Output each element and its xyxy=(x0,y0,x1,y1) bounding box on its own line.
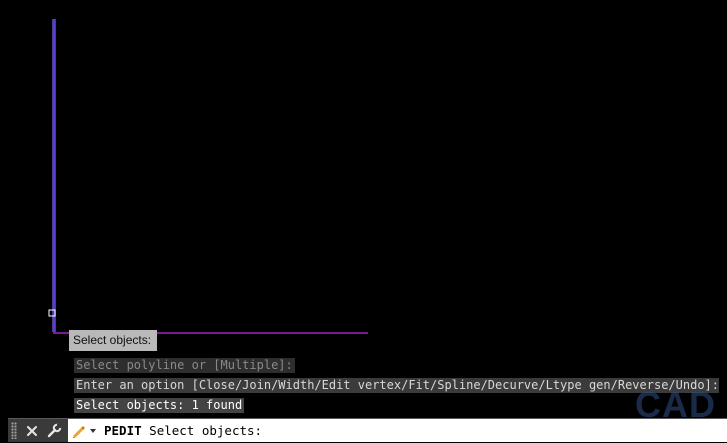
history-line: Select objects: 1 found xyxy=(74,398,245,413)
command-line-toolbar xyxy=(8,419,68,442)
history-line: Enter an option [Close/Join/Width/Edit v… xyxy=(74,378,719,393)
wrench-icon xyxy=(47,423,62,437)
customize-button[interactable] xyxy=(44,421,64,440)
tooltip-text: Select objects: xyxy=(73,333,152,347)
recent-commands-button[interactable] xyxy=(70,422,100,439)
prompt-text: Select objects: xyxy=(149,423,263,438)
command-input[interactable] xyxy=(268,421,642,441)
drag-grip-handle[interactable] xyxy=(11,422,17,439)
drawing-area[interactable] xyxy=(0,0,727,418)
dynamic-input-tooltip: Select objects: xyxy=(69,330,158,351)
command-prompt: PEDIT Select objects: xyxy=(104,419,262,442)
active-command-name: PEDIT xyxy=(104,423,142,438)
close-button[interactable] xyxy=(22,421,42,440)
command-line: PEDIT Select objects: xyxy=(8,418,727,442)
drawing-geometry[interactable] xyxy=(0,0,727,418)
recent-commands-icon xyxy=(73,426,96,438)
history-line: Select polyline or [Multiple]: xyxy=(74,358,295,373)
close-icon xyxy=(27,425,37,436)
